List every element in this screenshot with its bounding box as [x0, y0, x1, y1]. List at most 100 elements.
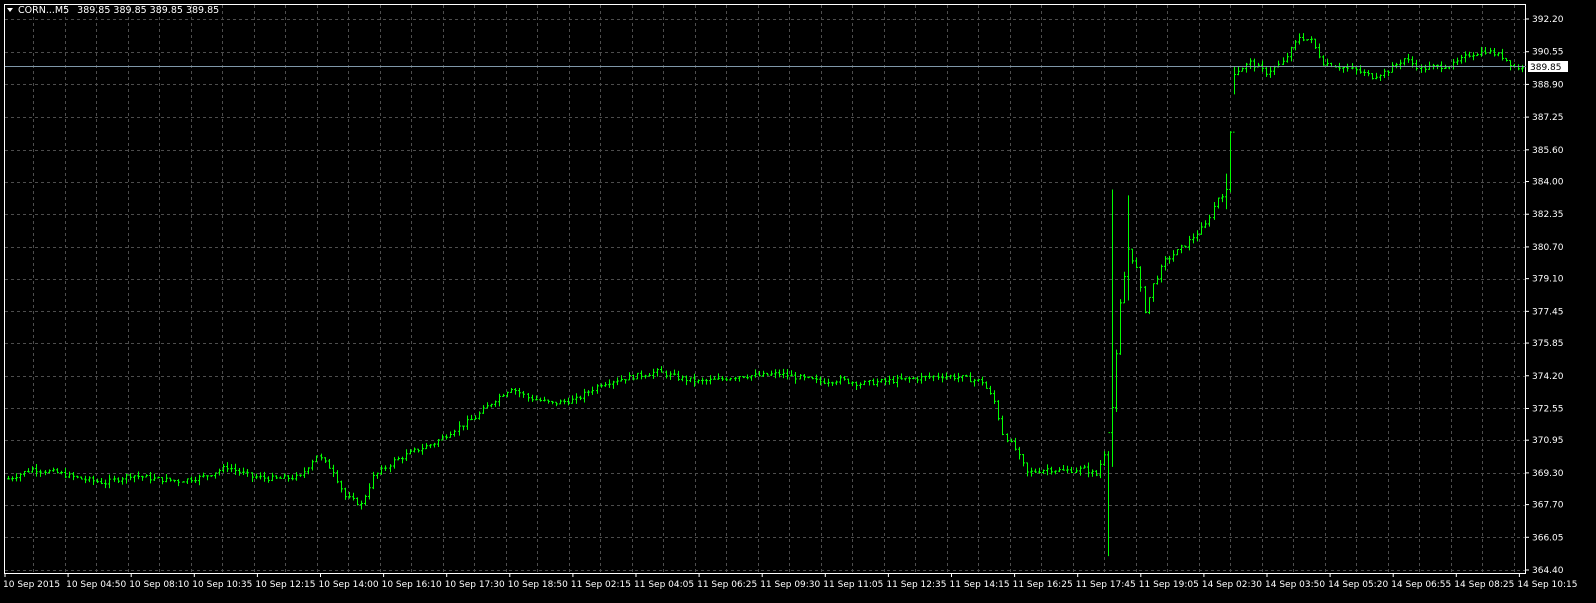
candle [725, 377, 728, 382]
candle [133, 475, 136, 483]
candle [729, 377, 732, 381]
candle [88, 476, 91, 483]
candle [246, 468, 249, 477]
candle [352, 492, 355, 501]
candle [1346, 63, 1349, 72]
candle [559, 399, 562, 405]
candle [924, 375, 927, 381]
candle [1208, 214, 1211, 227]
y-tick-label: 387.25 [1532, 113, 1564, 123]
x-tick-label: 11 Sep 14:15 [950, 580, 1010, 590]
candle [52, 467, 55, 472]
price-axis[interactable]: 392.20 390.55 388.90 387.25 385.60 384.00 382.… [1525, 15, 1564, 576]
candle [486, 402, 489, 409]
candle [470, 414, 473, 421]
candle [807, 376, 810, 379]
candle [1294, 39, 1297, 51]
price-chart[interactable]: 392.20 390.55 388.90 387.25 385.60 384.00 382.… [0, 0, 1596, 603]
candle [364, 494, 367, 506]
candle [1245, 62, 1248, 73]
candle [56, 468, 59, 474]
candle [815, 374, 818, 384]
candle [912, 376, 915, 380]
candle [648, 372, 651, 377]
candle [1306, 39, 1309, 41]
candle [673, 369, 676, 376]
candle [977, 379, 980, 382]
candle [1148, 296, 1151, 315]
candle [1387, 70, 1390, 77]
candle [1415, 59, 1418, 71]
candle [445, 434, 448, 440]
y-tick-label: 390.55 [1532, 48, 1564, 58]
candle [803, 373, 806, 381]
candle [1399, 59, 1402, 70]
candle [1517, 64, 1520, 71]
candle [1282, 57, 1285, 65]
candle [1420, 64, 1423, 73]
candle [1213, 201, 1216, 220]
candle [1489, 47, 1492, 54]
candle [989, 385, 992, 395]
y-tick-label: 377.45 [1532, 307, 1564, 317]
candle [1237, 66, 1240, 76]
candle [583, 388, 586, 403]
candle [514, 388, 517, 395]
candle [108, 474, 111, 489]
candle [981, 376, 984, 386]
candle [551, 400, 554, 405]
candle [210, 475, 213, 477]
candle [941, 373, 944, 383]
ohlc-values: 389.85 389.85 389.85 389.85 [77, 5, 219, 16]
candle [303, 467, 306, 479]
candle [1424, 64, 1427, 73]
candle [153, 473, 156, 482]
candle [705, 378, 708, 385]
candle [380, 465, 383, 475]
candle [872, 378, 875, 386]
candle [125, 473, 128, 484]
chart-header[interactable]: CORN...M5 389.85 389.85 389.85 389.85 [7, 5, 219, 16]
candle [624, 378, 627, 384]
chart-grid [5, 5, 1525, 573]
candle [121, 476, 124, 485]
candle [206, 475, 209, 481]
candle [1001, 415, 1004, 436]
candle [218, 468, 221, 476]
chart-canvas[interactable]: 392.20 390.55 388.90 387.25 385.60 384.00 382.… [0, 0, 1596, 603]
y-tick-label: 384.00 [1532, 178, 1564, 188]
candle [855, 381, 858, 391]
candle [957, 372, 960, 383]
candle [1269, 66, 1272, 78]
candle [482, 405, 485, 414]
candle [376, 472, 379, 479]
candle [1395, 62, 1398, 69]
time-axis[interactable]: 10 Sep 2015 10 Sep 04:50 10 Sep 08:10 10 Se… [3, 573, 1577, 590]
candle [1318, 43, 1321, 59]
candle [1217, 197, 1220, 209]
candle [291, 474, 294, 481]
candle [859, 382, 862, 389]
x-tick-label: 11 Sep 17:45 [1076, 580, 1136, 590]
x-tick-label: 10 Sep 16:10 [382, 580, 442, 590]
candle [80, 476, 83, 480]
candle [279, 476, 282, 479]
candle [275, 475, 278, 479]
triangle-down-icon[interactable] [7, 8, 13, 12]
candle [238, 467, 241, 476]
candle [734, 376, 737, 382]
candle [1476, 53, 1479, 57]
candle [1046, 464, 1049, 476]
candle [985, 381, 988, 389]
candle [1139, 266, 1142, 292]
candle [324, 457, 327, 463]
symbol-label: CORN...M5 [18, 5, 69, 16]
candle [344, 487, 347, 500]
candle [997, 400, 1000, 421]
candle [1123, 271, 1126, 304]
candle [823, 378, 826, 385]
candle [393, 457, 396, 469]
candle [908, 376, 911, 383]
x-tick-label: 14 Sep 03:50 [1265, 580, 1325, 590]
candle [68, 471, 71, 479]
